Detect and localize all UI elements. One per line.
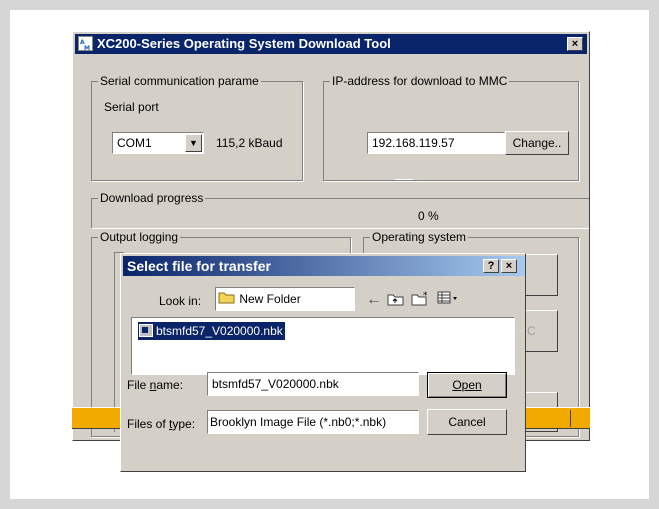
serial-group: Serial communication parame Serial port … [91,74,303,181]
main-close-button[interactable]: × [567,37,583,51]
change-ip-button[interactable]: Change.. [505,131,569,155]
progress-percent: 0 % [418,209,439,223]
cancel-button[interactable]: Cancel [427,409,507,435]
file-list-item[interactable]: btsmfd57_V020000.nbk [137,321,286,342]
look-in-select[interactable]: New Folder [215,287,355,311]
app-icon: AM [78,36,93,52]
chevron-down-icon[interactable]: ▼ [185,134,202,152]
file-icon [139,324,153,342]
up-folder-icon[interactable] [387,292,405,309]
back-arrow-icon[interactable]: ← [366,292,382,308]
serial-port-label: Serial port [104,100,159,114]
files-of-type-select[interactable]: Brooklyn Image File (*.nb0;*.nbk) [207,410,419,434]
file-name-value: btsmfd57_V020000.nbk [212,377,339,391]
progress-group-label: Download progress [98,191,206,205]
look-in-value: New Folder [239,292,301,306]
ip-address-value: 192.168.119.57 [372,136,455,150]
svg-text:*: * [423,291,428,301]
divider [395,179,413,180]
main-titlebar[interactable]: AM XC200-Series Operating System Downloa… [75,34,587,54]
file-name-label: File name: [127,378,184,392]
look-in-label: Look in: [159,294,201,308]
output-logging-label: Output logging [98,230,181,244]
view-menu-icon[interactable] [437,291,459,308]
open-button[interactable]: Open [427,372,507,398]
folder-icon [218,289,236,310]
files-of-type-label: Files of type: [127,417,196,431]
open-button-label: Open [452,378,482,392]
progress-group: Download progress 0 % [91,191,589,228]
look-in-text: Look in: [159,294,202,308]
serial-group-label: Serial communication parame [98,74,261,88]
baud-rate: 115,2 kBaud [216,136,283,150]
status-divider [570,410,571,427]
dialog-close-button[interactable]: × [501,259,517,273]
dialog-titlebar[interactable]: Select file for transfer ? × [123,256,525,276]
help-button[interactable]: ? [483,259,499,273]
main-window-title: XC200-Series Operating System Download T… [97,36,391,51]
serial-port-value: COM1 [117,136,152,150]
ip-address-field[interactable]: 192.168.119.57 [367,132,505,154]
file-list[interactable]: btsmfd57_V020000.nbk [131,317,515,375]
ip-group: IP-address for download to MMC 192.168.1… [323,74,579,181]
serial-port-select[interactable]: COM1 ▼ [112,132,204,154]
file-item-label: btsmfd57_V020000.nbk [156,324,283,338]
dialog-title: Select file for transfer [127,258,271,274]
svg-text:M: M [84,45,90,51]
new-folder-icon[interactable]: * [411,290,431,309]
file-name-input[interactable]: btsmfd57_V020000.nbk [207,372,419,396]
file-dialog: Select file for transfer ? × Look in: Ne… [120,253,526,472]
os-group-label: Operating system [370,230,469,244]
ip-group-label: IP-address for download to MMC [330,74,510,88]
files-of-type-value: Brooklyn Image File (*.nb0;*.nbk) [210,415,387,429]
